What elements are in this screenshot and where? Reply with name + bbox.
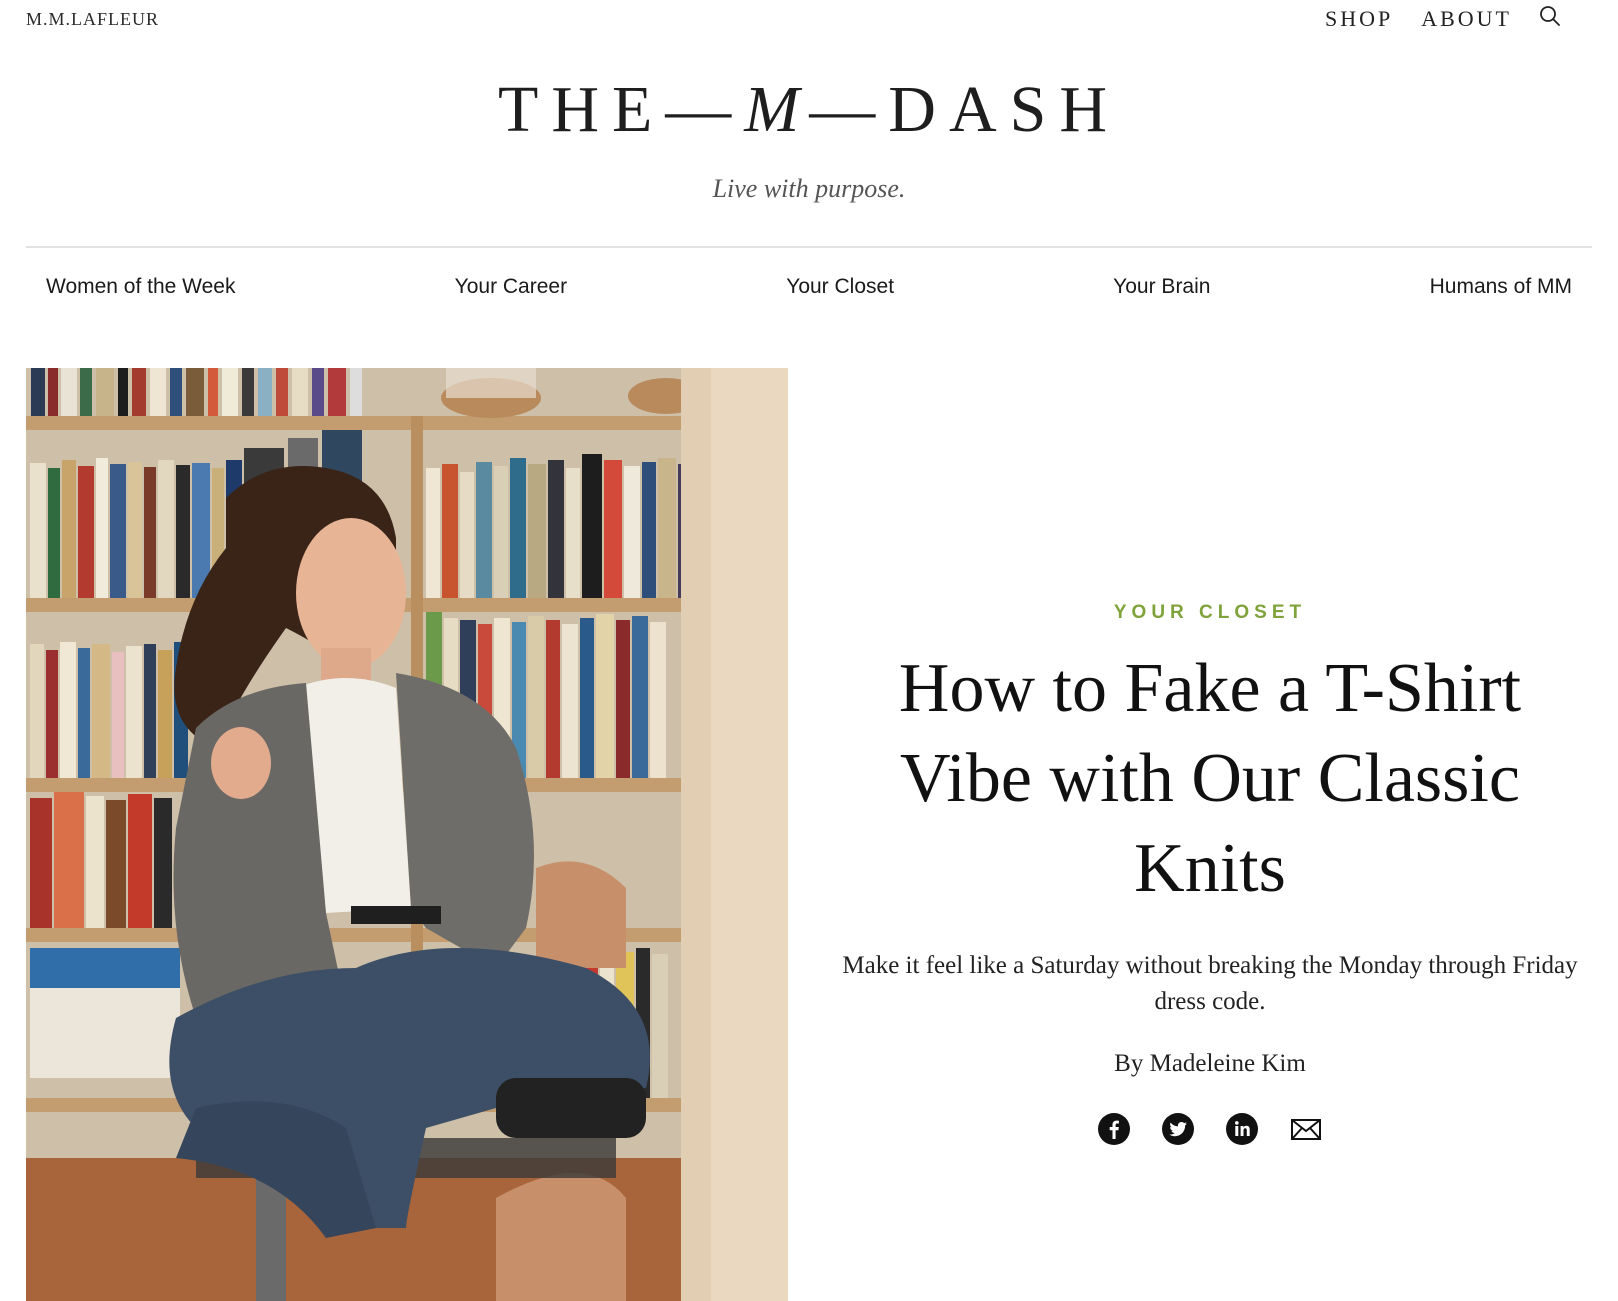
category-women-of-the-week[interactable]: Women of the Week [46,270,235,304]
article-dek: Make it feel like a Saturday without bre… [842,952,1578,1015]
facebook-icon[interactable] [1097,1112,1131,1146]
article-byline: By Madeleine Kim [1114,1050,1306,1077]
category-your-brain[interactable]: Your Brain [1113,270,1210,304]
masthead: THE—M—DASH [0,66,1618,154]
article-title[interactable]: How to Fake a T-Shirt Vibe with Our Clas… [830,644,1590,914]
article-category[interactable]: YOUR CLOSET [830,600,1590,626]
email-icon[interactable] [1289,1112,1323,1146]
site-logo[interactable]: THE—M—DASH [0,66,1618,154]
hero-image[interactable] [26,368,788,1301]
logo-right: —DASH [809,73,1120,146]
article-panel: YOUR CLOSET How to Fake a T-Shirt Vibe w… [830,600,1590,1146]
share-bar [830,1112,1590,1146]
twitter-icon[interactable] [1161,1112,1195,1146]
category-your-closet[interactable]: Your Closet [786,270,894,304]
logo-mid: M [744,73,810,146]
linkedin-icon[interactable] [1225,1112,1259,1146]
brand-logo-link[interactable]: M.M.LAFLEUR [26,9,159,30]
about-link[interactable]: ABOUT [1421,6,1512,32]
search-icon[interactable] [1538,4,1562,28]
tagline: Live with purpose. [712,174,906,203]
header-divider [26,246,1592,248]
top-nav: SHOP ABOUT [1325,6,1562,32]
category-nav: Women of the Week Your Career Your Close… [26,270,1592,304]
shop-link[interactable]: SHOP [1325,6,1393,32]
logo-left: THE— [498,73,745,146]
category-your-career[interactable]: Your Career [455,270,567,304]
category-humans-of-mm[interactable]: Humans of MM [1430,270,1572,304]
